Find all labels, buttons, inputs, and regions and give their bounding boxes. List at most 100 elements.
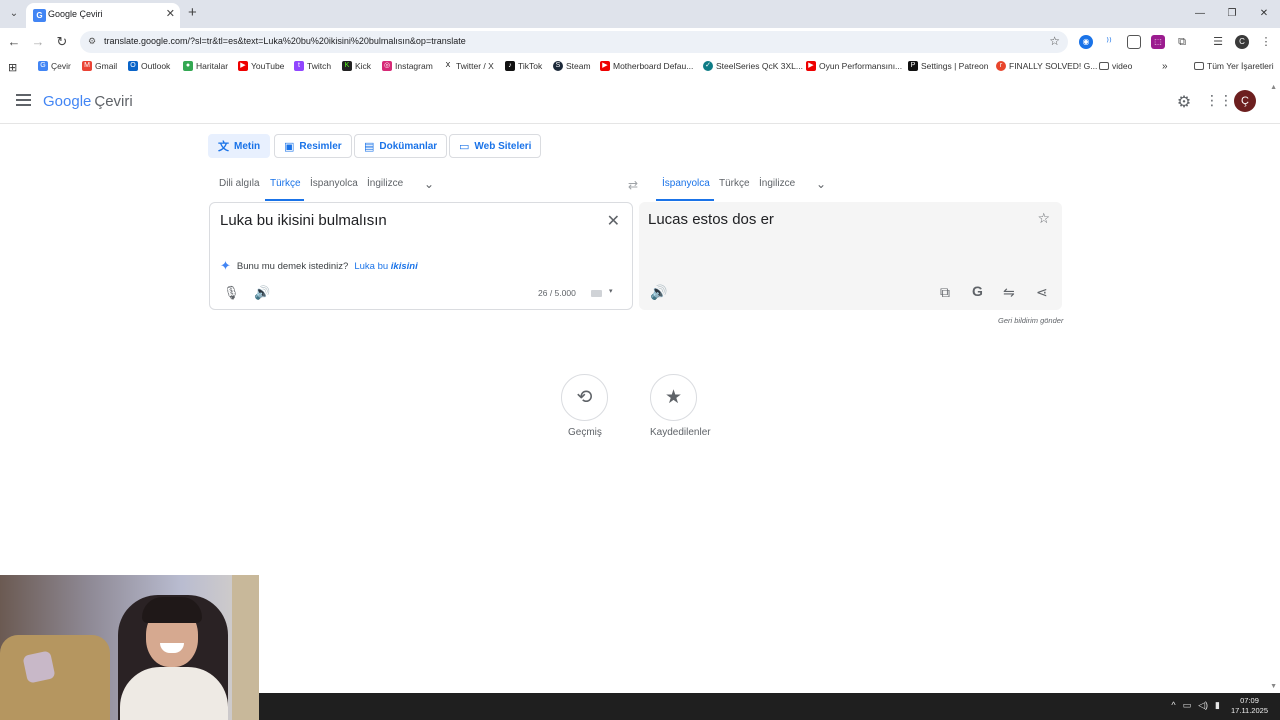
mode-text-button[interactable]: 文 Metin bbox=[208, 134, 271, 158]
copy-icon[interactable]: ⧉ bbox=[940, 284, 950, 301]
source-lang-tab[interactable]: Dili algıla bbox=[219, 178, 260, 189]
system-tray: ^ ▭ ◁) ▮ bbox=[1171, 700, 1220, 711]
bookmark-item[interactable]: t Twitch bbox=[294, 61, 331, 71]
scroll-up-arrow-icon[interactable]: ▲ bbox=[1270, 84, 1277, 91]
tab-search-icon[interactable]: ⌄ bbox=[6, 6, 22, 22]
saved-button[interactable]: ★ bbox=[650, 374, 697, 421]
profile-avatar-icon[interactable]: C bbox=[1235, 35, 1249, 49]
bookmark-item[interactable]: r FINALLY SOLVED! G... bbox=[996, 61, 1097, 71]
character-count: 26 / 5.000 bbox=[538, 288, 576, 298]
history-button[interactable]: ⟲ bbox=[561, 374, 608, 421]
translation-panel: Lucas estos dos er ☆ 🔊 ⧉ G ⇋ ⋖ bbox=[639, 202, 1062, 310]
site-info-icon[interactable]: ⚙ bbox=[88, 36, 96, 47]
bookmark-item[interactable]: O Outlook bbox=[128, 61, 170, 71]
forward-icon[interactable]: → bbox=[30, 34, 46, 50]
bookmark-item[interactable]: K Kick bbox=[342, 61, 371, 71]
back-icon[interactable]: ← bbox=[6, 34, 22, 50]
sparkle-icon: ✦ bbox=[220, 258, 231, 273]
rate-translation-icon[interactable]: ⇋ bbox=[1003, 284, 1015, 301]
tab-title: Google Çeviri bbox=[48, 9, 103, 19]
main-menu-icon[interactable] bbox=[16, 94, 31, 106]
browser-tab[interactable]: G Google Çeviri ✕ bbox=[26, 3, 180, 28]
bookmark-item[interactable]: G Çevir bbox=[38, 61, 71, 71]
bookmark-item[interactable]: ▶ Oyun Performansını... bbox=[806, 61, 902, 71]
mode-documents-button[interactable]: ▤ Dokümanlar bbox=[354, 134, 448, 158]
bookmark-item[interactable]: S Steam bbox=[553, 61, 591, 71]
translate-icon: 文 bbox=[218, 141, 229, 153]
source-lang-underline bbox=[265, 199, 304, 201]
close-tab-icon[interactable]: ✕ bbox=[166, 7, 175, 20]
new-tab-icon[interactable]: + bbox=[188, 5, 197, 21]
keyboard-icon[interactable] bbox=[591, 290, 602, 297]
bookmark-folder[interactable]: video bbox=[1099, 61, 1132, 71]
bookmark-item[interactable]: ● Haritalar bbox=[183, 61, 228, 71]
target-lang-tab[interactable]: İspanyolca bbox=[662, 178, 710, 189]
volume-icon[interactable]: ◁) bbox=[1198, 700, 1208, 711]
send-feedback-link[interactable]: Geri bildirim gönder bbox=[998, 316, 1063, 325]
reading-list-icon[interactable]: ☰ bbox=[1211, 35, 1225, 49]
microphone-icon[interactable]: 🎙 bbox=[223, 285, 240, 301]
translation-output: Lucas estos dos er bbox=[648, 211, 774, 228]
share-icon[interactable]: ⋖ bbox=[1036, 284, 1048, 301]
minimize-icon[interactable]: — bbox=[1184, 0, 1216, 28]
keyboard-dropdown-icon[interactable]: ▾ bbox=[609, 287, 613, 295]
clock-time: 07:09 bbox=[1240, 696, 1259, 705]
mode-websites-button[interactable]: ▭ Web Siteleri bbox=[449, 134, 542, 158]
source-lang-tab[interactable]: İngilizce bbox=[367, 178, 403, 189]
close-window-icon[interactable]: ✕ bbox=[1248, 0, 1280, 28]
save-translation-star-icon[interactable]: ☆ bbox=[1037, 210, 1050, 227]
source-lang-more-chevron-icon[interactable]: ⌄ bbox=[424, 177, 434, 191]
extension-icon[interactable]: ⁾⁾ bbox=[1102, 35, 1116, 49]
source-text-input[interactable]: Luka bu ikisini bulmalısın bbox=[220, 212, 387, 229]
network-icon[interactable]: ▭ bbox=[1183, 700, 1192, 711]
show-hidden-icons-icon[interactable]: ^ bbox=[1171, 700, 1175, 711]
target-lang-more-chevron-icon[interactable]: ⌄ bbox=[816, 177, 826, 191]
mode-images-button[interactable]: ▣ Resimler bbox=[274, 134, 352, 158]
bookmark-item[interactable]: ◎ Instagram bbox=[382, 61, 433, 71]
window-controls: — ❐ ✕ bbox=[1184, 0, 1280, 28]
bookmark-item[interactable]: ▶ YouTube bbox=[238, 61, 284, 71]
scroll-down-arrow-icon[interactable]: ▼ bbox=[1270, 683, 1277, 690]
webcam-overlay bbox=[0, 575, 259, 720]
taskbar-clock[interactable]: 07:09 17.11.2025 bbox=[1231, 696, 1268, 716]
target-lang-tab[interactable]: Türkçe bbox=[719, 178, 750, 189]
reload-icon[interactable]: ↻ bbox=[54, 34, 70, 50]
source-lang-tab[interactable]: Türkçe bbox=[270, 178, 301, 189]
suggestion-link[interactable]: Luka bu ikisini bbox=[354, 261, 417, 272]
extension-icon[interactable]: ⬚ bbox=[1151, 35, 1165, 49]
puzzle-icon[interactable]: ⧉ bbox=[1175, 35, 1189, 49]
browser-tab-strip: ⌄ G Google Çeviri ✕ + — ❐ ✕ bbox=[0, 0, 1280, 28]
settings-gear-icon[interactable]: ⚙ bbox=[1174, 92, 1194, 112]
extension-icon[interactable]: ◉ bbox=[1079, 35, 1093, 49]
listen-translation-icon[interactable]: 🔊 bbox=[650, 284, 667, 301]
bookmark-item[interactable]: M Gmail bbox=[82, 61, 117, 71]
logo-product: Çeviri bbox=[94, 93, 133, 110]
account-avatar[interactable]: Ç bbox=[1234, 90, 1256, 112]
browser-toolbar: ← → ↻ ⚙ translate.google.com/?sl=tr&tl=e… bbox=[0, 28, 1280, 56]
bookmark-item[interactable]: X Twitter / X bbox=[443, 61, 494, 71]
listen-source-icon[interactable]: 🔊 bbox=[254, 285, 270, 301]
swap-languages-icon[interactable]: ⇄ bbox=[628, 178, 638, 192]
translate-favicon-icon: G bbox=[33, 9, 46, 22]
url-text[interactable]: translate.google.com/?sl=tr&tl=es&text=L… bbox=[104, 36, 466, 46]
apps-grid-icon[interactable]: ⊞ bbox=[8, 61, 17, 74]
clear-text-icon[interactable]: ✕ bbox=[607, 211, 620, 231]
google-translate-logo[interactable]: Google Çeviri bbox=[43, 93, 133, 110]
bookmark-item[interactable]: ✓ SteelSeries QcK 3XL... bbox=[703, 61, 803, 71]
more-bookmarks-icon[interactable]: » bbox=[1162, 61, 1168, 72]
history-label: Geçmiş bbox=[568, 427, 602, 438]
address-bar[interactable]: ⚙ translate.google.com/?sl=tr&tl=es&text… bbox=[80, 31, 1068, 53]
source-lang-tab[interactable]: İspanyolca bbox=[310, 178, 358, 189]
more-menu-icon[interactable]: ⋮ bbox=[1259, 35, 1273, 49]
bookmark-star-icon[interactable]: ☆ bbox=[1049, 34, 1060, 48]
all-bookmarks-folder[interactable]: Tüm Yer İşaretleri bbox=[1194, 61, 1274, 71]
target-lang-tab[interactable]: İngilizce bbox=[759, 178, 795, 189]
bookmark-item[interactable]: ♪ TikTok bbox=[505, 61, 542, 71]
bookmark-item[interactable]: P Settings | Patreon bbox=[908, 61, 988, 71]
extension-icon[interactable] bbox=[1127, 35, 1141, 49]
google-search-icon[interactable]: G bbox=[972, 283, 983, 299]
restore-icon[interactable]: ❐ bbox=[1216, 0, 1248, 28]
bookmark-item[interactable]: ▶ Motherboard Defau... bbox=[600, 61, 693, 71]
google-apps-icon[interactable]: ⋮⋮ bbox=[1205, 92, 1233, 109]
battery-icon[interactable]: ▮ bbox=[1215, 700, 1220, 711]
